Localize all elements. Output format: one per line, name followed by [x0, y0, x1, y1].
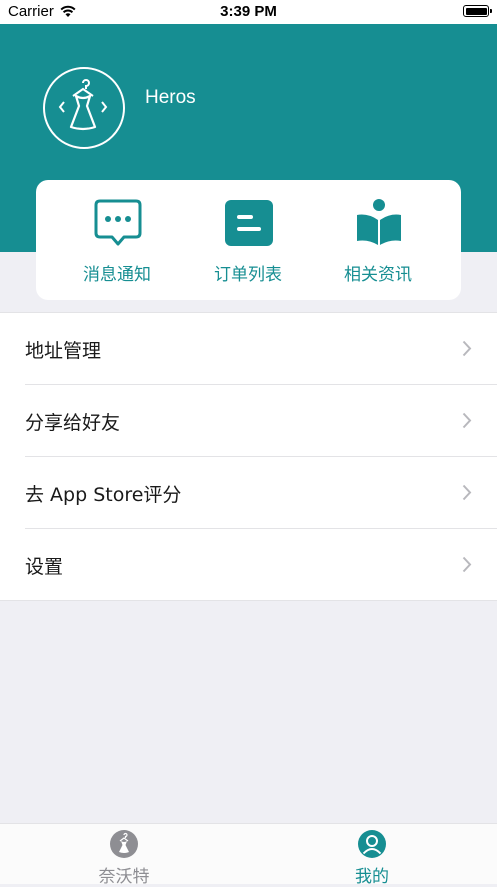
- news-book-icon: [357, 199, 401, 245]
- clock: 3:39 PM: [220, 3, 277, 20]
- orders-button[interactable]: 订单列表: [188, 180, 308, 300]
- message-icon: [94, 199, 142, 246]
- dress-hanger-icon[interactable]: [43, 67, 125, 149]
- tab-home[interactable]: 奈沃特: [0, 824, 248, 887]
- tab-mine[interactable]: 我的: [248, 824, 496, 887]
- chevron-right-icon: [462, 484, 472, 501]
- chevron-right-icon: [462, 340, 472, 357]
- settings-menu: 地址管理 分享给好友 去 App Store评分 设置: [0, 312, 497, 601]
- news-button[interactable]: 相关资讯: [318, 180, 438, 300]
- news-label: 相关资讯: [344, 265, 412, 285]
- menu-item-label: 设置: [25, 556, 64, 578]
- tab-home-label: 奈沃特: [98, 867, 150, 887]
- order-list-icon: [225, 200, 273, 246]
- user-profile-icon: [358, 830, 386, 858]
- messages-label: 消息通知: [83, 265, 151, 285]
- menu-item-rate[interactable]: 去 App Store评分: [25, 457, 497, 529]
- dress-tab-icon: [110, 830, 138, 858]
- menu-item-label: 地址管理: [25, 340, 102, 362]
- tab-mine-label: 我的: [355, 867, 389, 887]
- chevron-right-icon: [462, 556, 472, 573]
- menu-item-label: 去 App Store评分: [25, 484, 182, 506]
- tab-bar: 奈沃特 我的: [0, 823, 497, 887]
- orders-label: 订单列表: [214, 265, 282, 285]
- menu-item-address[interactable]: 地址管理: [25, 313, 497, 385]
- username: Heros: [145, 87, 196, 108]
- status-bar: Carrier 3:39 PM: [0, 0, 497, 24]
- chevron-right-icon: [462, 412, 472, 429]
- menu-item-share[interactable]: 分享给好友: [25, 385, 497, 457]
- battery-icon: [463, 5, 492, 17]
- menu-item-settings[interactable]: 设置: [25, 529, 497, 600]
- quick-actions-card: 消息通知 订单列表 相关资讯: [36, 180, 461, 300]
- menu-item-label: 分享给好友: [25, 412, 121, 434]
- messages-button[interactable]: 消息通知: [57, 180, 177, 300]
